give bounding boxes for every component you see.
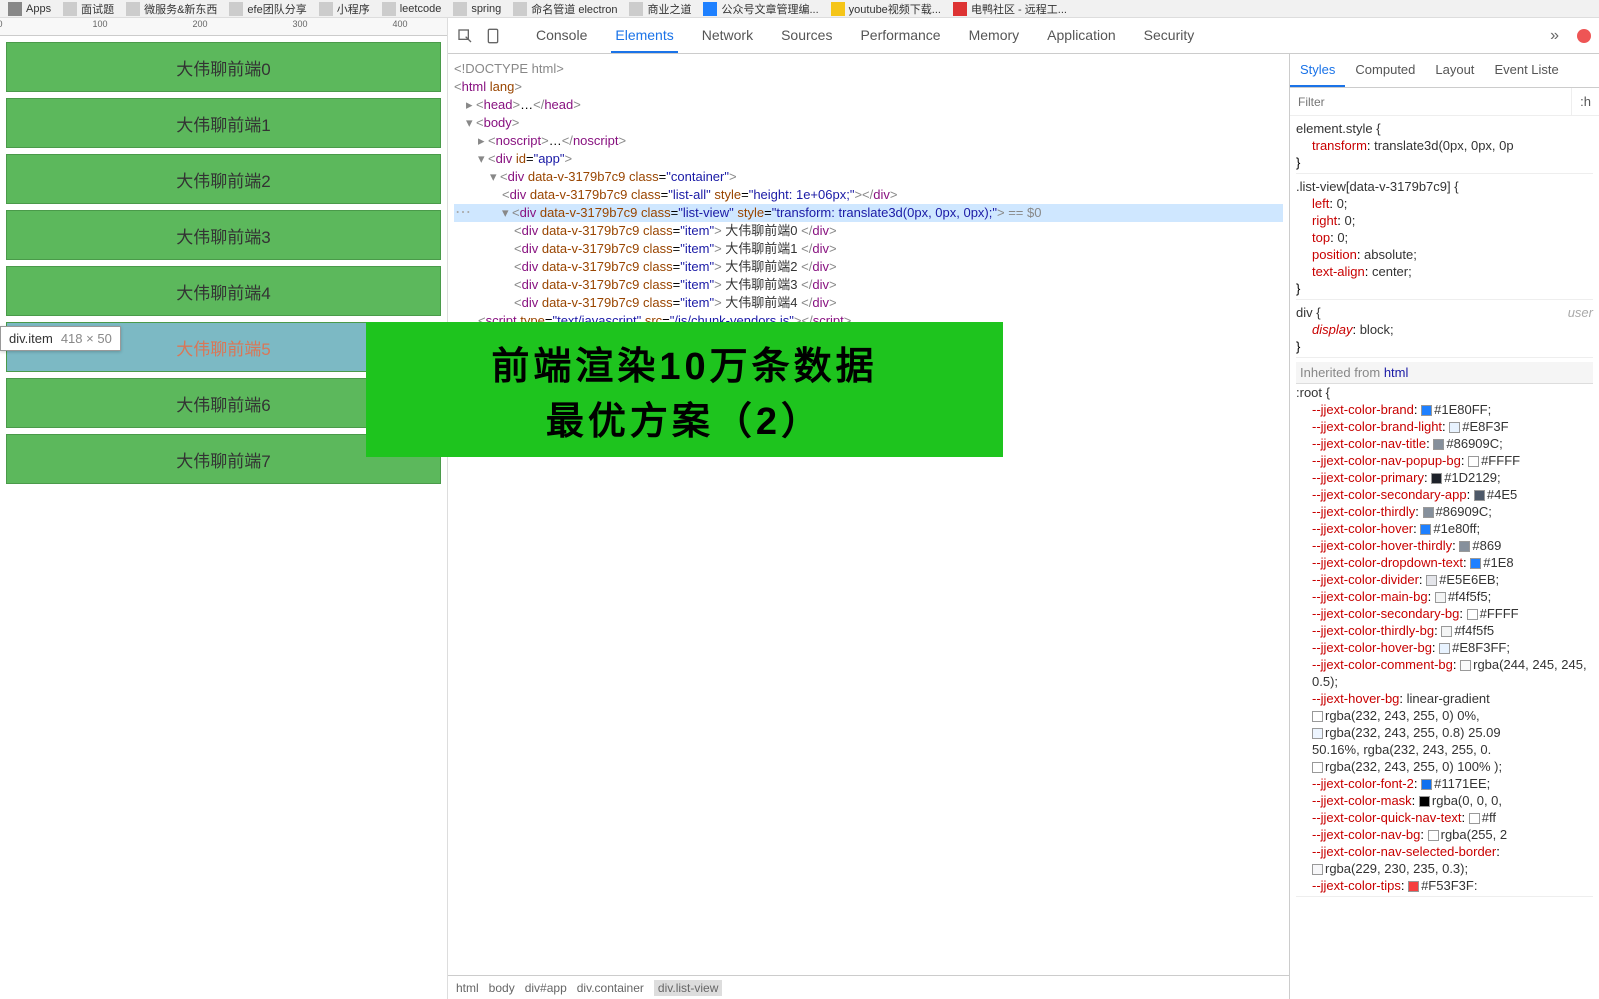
dom-item[interactable]: <div data-v-3179b7c9 class="item"> 大伟聊前端… [454, 258, 1283, 276]
folder-icon [319, 2, 333, 16]
breadcrumb-item-active[interactable]: div.list-view [654, 980, 722, 996]
dom-tree[interactable]: <!DOCTYPE html> <html lang> ▸<head>…</he… [448, 54, 1289, 975]
list-item[interactable]: 大伟聊前端3 [6, 210, 441, 260]
dom-body-open[interactable]: ▾<body> [454, 114, 1283, 132]
dom-container[interactable]: ▾<div data-v-3179b7c9 class="container"> [454, 168, 1283, 186]
filter-row: :h [1290, 88, 1599, 116]
bookmark-item[interactable]: youtube视频下载... [831, 1, 941, 17]
folder-icon [453, 2, 467, 16]
dom-list-all[interactable]: <div data-v-3179b7c9 class="list-all" st… [454, 186, 1283, 204]
close-icon[interactable] [1577, 29, 1591, 43]
folder-icon [126, 2, 140, 16]
breadcrumb-item[interactable]: body [489, 981, 515, 995]
bookmark-item[interactable]: spring [453, 2, 501, 16]
dom-head[interactable]: ▸<head>…</head> [454, 96, 1283, 114]
dom-item[interactable]: <div data-v-3179b7c9 class="item"> 大伟聊前端… [454, 276, 1283, 294]
elements-panel: <!DOCTYPE html> <html lang> ▸<head>…</he… [448, 54, 1289, 999]
bookmark-item[interactable]: leetcode [382, 2, 442, 16]
styles-panel: Styles Computed Layout Event Liste :h el… [1289, 54, 1599, 999]
bookmarks-bar: Apps 面试题 微服务&新东西 efe团队分享 小程序 leetcode sp… [0, 0, 1599, 18]
dom-item[interactable]: <div data-v-3179b7c9 class="item"> 大伟聊前端… [454, 222, 1283, 240]
list-item[interactable]: 大伟聊前端2 [6, 154, 441, 204]
tab-layout[interactable]: Layout [1425, 54, 1484, 87]
folder-icon [229, 2, 243, 16]
page-preview: 0 100 200 300 400 大伟聊前端0 大伟聊前端1 大伟聊前端2 大… [0, 18, 448, 999]
devtools-tabs: Console Elements Network Sources Perform… [532, 19, 1198, 53]
overlay-line2: 最优方案（2） [546, 390, 823, 445]
element-tooltip: div.item 418 × 50 [0, 326, 121, 351]
list-item[interactable]: 大伟聊前端4 [6, 266, 441, 316]
list-item[interactable]: 大伟聊前端0 [6, 42, 441, 92]
bookmark-item[interactable]: 微服务&新东西 [126, 1, 217, 17]
dom-item[interactable]: <div data-v-3179b7c9 class="item"> 大伟聊前端… [454, 294, 1283, 312]
bookmark-item[interactable]: efe团队分享 [229, 1, 306, 17]
folder-icon [63, 2, 77, 16]
devtools-toolbar: Console Elements Network Sources Perform… [448, 18, 1599, 54]
hov-toggle[interactable]: :h [1571, 88, 1599, 115]
device-icon[interactable] [484, 27, 502, 45]
tab-security[interactable]: Security [1140, 19, 1199, 53]
dom-html-open[interactable]: <html lang> [454, 78, 1283, 96]
tab-styles[interactable]: Styles [1290, 54, 1345, 87]
rule-div[interactable]: div {user display: block; } [1296, 304, 1593, 358]
bookmark-item[interactable]: 商业之道 [629, 1, 691, 17]
folder-icon [513, 2, 527, 16]
dom-app[interactable]: ▾<div id="app"> [454, 150, 1283, 168]
rule-root[interactable]: :root { --jjext-color-brand: #1E80FF;--j… [1296, 384, 1593, 897]
breadcrumb-item[interactable]: div#app [525, 981, 567, 995]
filter-input[interactable] [1290, 88, 1571, 115]
tab-network[interactable]: Network [698, 19, 757, 53]
bookmark-item[interactable]: 公众号文章管理编... [703, 1, 818, 17]
title-overlay: 前端渲染10万条数据 最优方案（2） [366, 322, 1003, 457]
dom-list-view-selected[interactable]: ⋯▾<div data-v-3179b7c9 class="list-view"… [454, 204, 1283, 222]
breadcrumb-item[interactable]: html [456, 981, 479, 995]
inspect-icon[interactable] [456, 27, 474, 45]
rule-element-style[interactable]: element.style { transform: translate3d(0… [1296, 120, 1593, 174]
overlay-line1: 前端渲染10万条数据 [491, 335, 877, 390]
tooltip-dimensions: 418 × 50 [61, 331, 112, 346]
site-icon [831, 2, 845, 16]
devtools-panel: Console Elements Network Sources Perform… [448, 18, 1599, 999]
folder-icon [629, 2, 643, 16]
bookmark-item[interactable]: 电鸭社区 - 远程工... [953, 1, 1067, 17]
tab-console[interactable]: Console [532, 19, 591, 53]
tab-sources[interactable]: Sources [777, 19, 836, 53]
tab-application[interactable]: Application [1043, 19, 1120, 53]
apps-icon [8, 2, 22, 16]
tab-elements[interactable]: Elements [611, 19, 677, 53]
bookmark-item[interactable]: 命名管道 electron [513, 1, 617, 17]
bookmark-apps[interactable]: Apps [8, 2, 51, 16]
tab-performance[interactable]: Performance [856, 19, 944, 53]
breadcrumb-item[interactable]: div.container [577, 981, 644, 995]
bookmark-item[interactable]: 小程序 [319, 1, 370, 17]
styles-content[interactable]: element.style { transform: translate3d(0… [1290, 116, 1599, 999]
tab-computed[interactable]: Computed [1345, 54, 1425, 87]
tab-event-listeners[interactable]: Event Liste [1484, 54, 1568, 87]
site-icon [953, 2, 967, 16]
dom-breadcrumbs: html body div#app div.container div.list… [448, 975, 1289, 999]
rule-list-view[interactable]: .list-view[data-v-3179b7c9] { left: 0; r… [1296, 178, 1593, 300]
styles-tabs: Styles Computed Layout Event Liste [1290, 54, 1599, 88]
more-tabs-icon[interactable]: » [1550, 27, 1559, 45]
bookmark-item[interactable]: 面试题 [63, 1, 114, 17]
tooltip-selector: div.item [9, 331, 53, 346]
inherited-from: Inherited from html [1296, 362, 1593, 384]
folder-icon [382, 2, 396, 16]
dom-item[interactable]: <div data-v-3179b7c9 class="item"> 大伟聊前端… [454, 240, 1283, 258]
dom-noscript[interactable]: ▸<noscript>…</noscript> [454, 132, 1283, 150]
tab-memory[interactable]: Memory [965, 19, 1024, 53]
dom-doctype[interactable]: <!DOCTYPE html> [454, 60, 1283, 78]
site-icon [703, 2, 717, 16]
ruler: 0 100 200 300 400 [0, 18, 447, 36]
list-item[interactable]: 大伟聊前端1 [6, 98, 441, 148]
